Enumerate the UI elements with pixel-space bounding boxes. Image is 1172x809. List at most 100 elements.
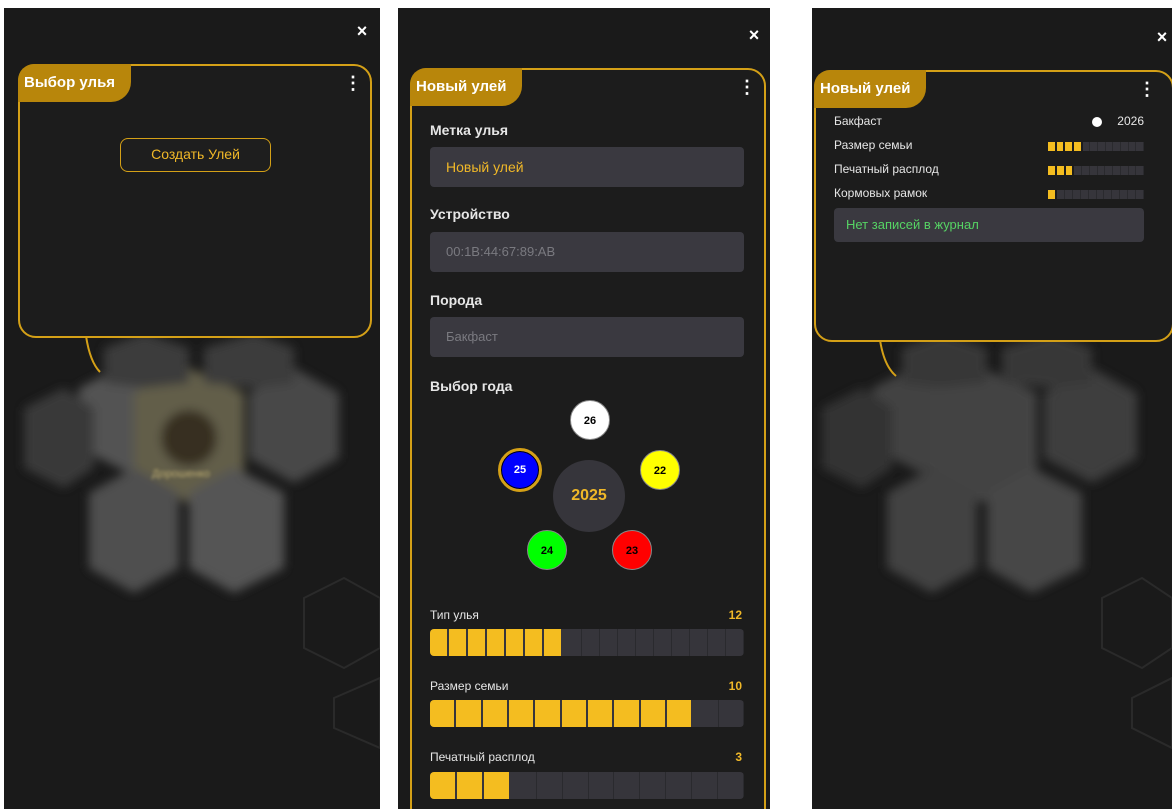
slider-segment-empty[interactable] [708,629,726,656]
slider-segment-empty[interactable] [693,700,719,727]
slider-segment-empty[interactable] [589,772,615,799]
year-text: 2026 [1117,114,1144,128]
breed-input[interactable]: Бакфаст [430,317,744,357]
year-option-25-selected[interactable]: 25 [498,448,542,492]
slider-segment-filled[interactable] [468,629,488,656]
panel-title: Новый улей [814,70,927,108]
bar-segment-empty [1105,166,1113,175]
brood-label: Печатный расплод [430,750,535,764]
slider-segment-filled[interactable] [587,700,615,727]
screen-new-hive-form: × Новый улей ⋮ Метка улья Новый улей Уст… [398,8,770,809]
panel-tail [85,336,101,373]
slider-segment-filled[interactable] [561,700,588,727]
bar-segment-empty [1097,190,1105,199]
family-size-bar [1048,142,1145,151]
year-option-24[interactable]: 24 [527,530,567,570]
brood-row: Печатный расплод [834,162,1144,180]
slider-segment-filled[interactable] [430,629,450,656]
brood-slider[interactable] [430,772,744,799]
year-option-label: 26 [583,415,597,427]
year-option-22[interactable]: 22 [640,450,680,490]
slider-segment-empty[interactable] [511,772,537,799]
bar-segment-empty [1136,190,1145,199]
bar-segment-empty [1098,142,1106,151]
bar-segment-empty [1082,166,1090,175]
bar-segment-empty [1073,190,1081,199]
slider-segment-empty[interactable] [666,772,693,799]
hive-type-slider[interactable] [430,629,744,656]
more-menu-icon[interactable]: ⋮ [738,78,756,96]
bar-segment-empty [1083,142,1091,151]
close-icon[interactable]: × [744,26,764,44]
slider-segment-empty[interactable] [672,629,690,656]
selected-year-display: 2025 [553,460,625,532]
year-dot-icon [1092,117,1102,127]
slider-segment-empty[interactable] [719,700,744,727]
bar-segment-filled [1074,142,1083,151]
bar-segment-empty [1112,190,1121,199]
slider-segment-empty[interactable] [614,772,641,799]
slider-segment-empty[interactable] [692,772,719,799]
hive-summary-panel: Новый улей ⋮ Бакфаст 2026 Размер семьи П… [814,70,1172,342]
slider-segment-filled[interactable] [508,700,536,727]
slider-segment-filled[interactable] [449,629,469,656]
slider-segment-filled[interactable] [487,629,507,656]
bar-segment-empty [1121,166,1129,175]
slider-segment-filled[interactable] [430,772,457,799]
more-menu-icon[interactable]: ⋮ [344,74,362,92]
panel-title: Выбор улья [18,64,132,102]
bar-segment-empty [1065,190,1073,199]
slider-segment-empty[interactable] [654,629,672,656]
brood-label: Печатный расплод [834,162,939,176]
slider-segment-empty[interactable] [690,629,708,656]
slider-segment-empty[interactable] [640,772,667,799]
slider-segment-filled[interactable] [640,700,667,727]
bar-segment-empty [1129,142,1137,151]
create-hive-button[interactable]: Создать Улей [120,138,271,172]
year-option-label: 25 [513,464,527,476]
slider-segment-filled[interactable] [614,700,641,727]
family-size-row: Размер семьи [834,138,1145,156]
bar-segment-empty [1113,142,1122,151]
close-icon[interactable]: × [352,22,372,40]
bar-segment-empty [1081,190,1089,199]
year-option-23[interactable]: 23 [612,530,652,570]
slider-segment-empty[interactable] [726,629,744,656]
bar-segment-empty [1128,190,1137,199]
bar-segment-empty [1090,142,1099,151]
feed-frames-bar [1048,190,1145,199]
slider-segment-filled[interactable] [430,700,457,727]
close-icon[interactable]: × [1152,28,1172,46]
new-hive-panel: Новый улей ⋮ Метка улья Новый улей Устро… [410,68,766,809]
family-size-slider[interactable] [430,700,744,727]
slider-segment-filled[interactable] [482,700,509,727]
slider-segment-filled[interactable] [506,629,526,656]
slider-segment-filled[interactable] [456,772,484,799]
bar-segment-empty [1104,190,1113,199]
journal-empty-message[interactable]: Нет записей в журнал [834,208,1144,242]
year-option-26[interactable]: 26 [570,400,610,440]
slider-segment-empty[interactable] [718,772,744,799]
slider-segment-empty[interactable] [563,629,582,656]
slider-segment-empty[interactable] [537,772,563,799]
brood-bar [1048,166,1144,175]
more-menu-icon[interactable]: ⋮ [1138,80,1156,98]
bar-segment-empty [1106,142,1114,151]
slider-segment-filled[interactable] [535,700,562,727]
slider-segment-filled[interactable] [666,700,694,727]
slider-segment-filled[interactable] [456,700,483,727]
slider-segment-filled[interactable] [483,772,511,799]
slider-segment-empty[interactable] [636,629,654,656]
slider-segment-filled[interactable] [525,629,545,656]
slider-segment-empty[interactable] [563,772,589,799]
slider-segment-filled[interactable] [544,629,564,656]
bar-segment-empty [1120,190,1129,199]
bar-segment-filled [1065,142,1075,151]
device-input[interactable]: 00:1B:44:67:89:AB [430,232,744,272]
hive-type-label: Тип улья [430,608,479,622]
hive-label-input[interactable]: Новый улей [430,147,744,187]
bar-segment-empty [1057,190,1065,199]
slider-segment-empty[interactable] [618,629,636,656]
slider-segment-empty[interactable] [600,629,618,656]
slider-segment-empty[interactable] [582,629,600,656]
